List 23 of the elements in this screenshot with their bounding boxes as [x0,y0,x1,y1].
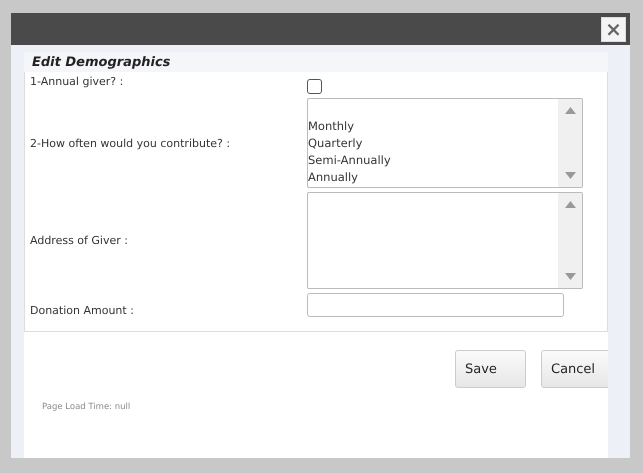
checkbox[interactable] [307,79,322,94]
field-label: 2-How often would you contribute? : [30,136,232,150]
listbox[interactable]: Monthly Quarterly Semi-Annually Annually [307,98,583,188]
scroll-up-icon[interactable] [564,107,576,114]
list-option[interactable]: Quarterly [308,135,558,152]
address-textarea[interactable] [307,192,583,289]
field-label: 1-Annual giver? : [30,75,124,88]
scroll-down-icon[interactable] [564,172,576,179]
list-option[interactable]: Annually [308,169,558,186]
page-load-time: Page Load Time: null [42,402,132,412]
form-title: Edit Demographics [24,52,608,72]
scrollbar[interactable] [558,99,582,187]
donation-amount-field[interactable] [307,293,564,317]
list-option[interactable]: Semi-Annually [308,152,558,169]
scroll-down-icon[interactable] [564,273,576,280]
list-option[interactable]: Monthly [308,118,558,135]
field-label: Address of Giver : [30,234,129,247]
field-label: Donation Amount : [30,304,135,317]
cancel-button[interactable]: Cancel [541,350,608,388]
scrollbar[interactable] [558,193,582,288]
scroll-up-icon[interactable] [564,201,576,208]
close-button[interactable]: × [601,16,626,42]
save-button[interactable]: Save [455,350,526,388]
